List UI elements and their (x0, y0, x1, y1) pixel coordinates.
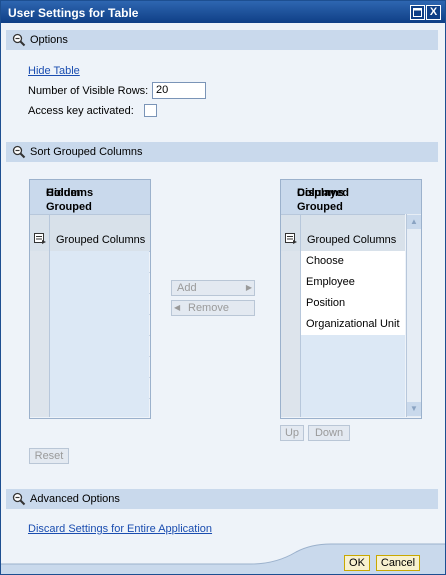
row-label: Choose (306, 255, 344, 267)
displayed-title-line2: Columns (297, 187, 345, 199)
column-header-label: Grouped Columns (307, 234, 397, 246)
discard-settings-link[interactable]: Discard Settings for Entire Application (28, 523, 212, 535)
table-row[interactable]: Choose (281, 251, 405, 273)
table-row[interactable] (30, 251, 150, 273)
access-key-label: Access key activated: (28, 105, 134, 117)
row-label: Position (306, 297, 346, 309)
table-row[interactable] (30, 377, 150, 399)
row-label: Employee (306, 276, 355, 288)
hidden-grouped-columns-table: Hidden Grouped Columns Grouped Columns (29, 179, 151, 419)
close-icon[interactable]: X (426, 5, 441, 20)
scroll-down-icon[interactable]: ▼ (407, 402, 421, 416)
title-bar[interactable]: User Settings for Table X (1, 1, 445, 23)
access-key-checkbox[interactable] (144, 104, 157, 117)
table-row[interactable] (30, 314, 150, 336)
visible-rows-label: Number of Visible Rows: (28, 85, 149, 97)
visible-rows-field[interactable]: 20 (152, 82, 206, 99)
table-row[interactable] (30, 356, 150, 378)
table-row[interactable] (281, 377, 405, 399)
table-row[interactable] (281, 356, 405, 378)
table-row[interactable] (281, 335, 405, 357)
arrow-right-icon: ▶ (245, 283, 252, 292)
vertical-scrollbar[interactable]: ▲ ▼ (406, 214, 421, 417)
table-row[interactable] (30, 335, 150, 357)
displayed-column-header[interactable]: Grouped Columns (281, 214, 405, 252)
ok-button[interactable]: OK (344, 555, 370, 571)
dialog-title: User Settings for Table (8, 6, 139, 20)
table-row[interactable] (30, 398, 150, 417)
up-button[interactable]: Up (280, 425, 304, 441)
user-settings-dialog: User Settings for Table X Options Hide T… (0, 0, 446, 575)
hidden-title-line2: Columns (46, 187, 94, 199)
down-button[interactable]: Down (308, 425, 350, 441)
table-row[interactable] (30, 293, 150, 315)
sort-grouped-section-header[interactable]: Sort Grouped Columns (6, 142, 438, 162)
column-header-label: Grouped Columns (56, 234, 146, 246)
column-menu-icon[interactable] (34, 233, 46, 244)
options-section-header[interactable]: Options (6, 30, 438, 50)
displayed-grouped-columns-table: Displayed Grouped Columns Grouped Columns… (280, 179, 422, 419)
sort-grouped-section-title: Sort Grouped Columns (30, 146, 143, 158)
maximize-icon[interactable] (410, 5, 425, 20)
table-row[interactable]: Employee (281, 272, 405, 294)
add-label: Add (177, 282, 197, 294)
remove-label: Remove (188, 302, 229, 314)
table-row[interactable] (281, 398, 405, 417)
collapse-icon[interactable] (12, 492, 26, 506)
cancel-button[interactable]: Cancel (376, 555, 420, 571)
hidden-column-header[interactable]: Grouped Columns (30, 214, 150, 252)
hidden-panel-title: Hidden Grouped Columns (30, 180, 150, 214)
advanced-section-header[interactable]: Advanced Options (6, 489, 438, 509)
collapse-icon[interactable] (12, 33, 26, 47)
options-section-title: Options (30, 34, 68, 46)
reset-button[interactable]: Reset (29, 448, 69, 464)
row-label: Organizational Unit (306, 318, 400, 330)
table-row[interactable]: Organizational Unit (281, 314, 405, 336)
hide-table-link[interactable]: Hide Table (28, 65, 80, 77)
advanced-section-title: Advanced Options (30, 493, 120, 505)
table-row[interactable]: Position (281, 293, 405, 315)
column-menu-icon[interactable] (285, 233, 297, 244)
remove-button[interactable]: ◀ Remove (171, 300, 255, 316)
displayed-panel-title: Displayed Grouped Columns (281, 180, 421, 214)
scroll-up-icon[interactable]: ▲ (407, 215, 421, 229)
collapse-icon[interactable] (12, 145, 26, 159)
table-row[interactable] (30, 272, 150, 294)
arrow-left-icon: ◀ (174, 303, 181, 312)
add-button[interactable]: Add ▶ (171, 280, 255, 296)
